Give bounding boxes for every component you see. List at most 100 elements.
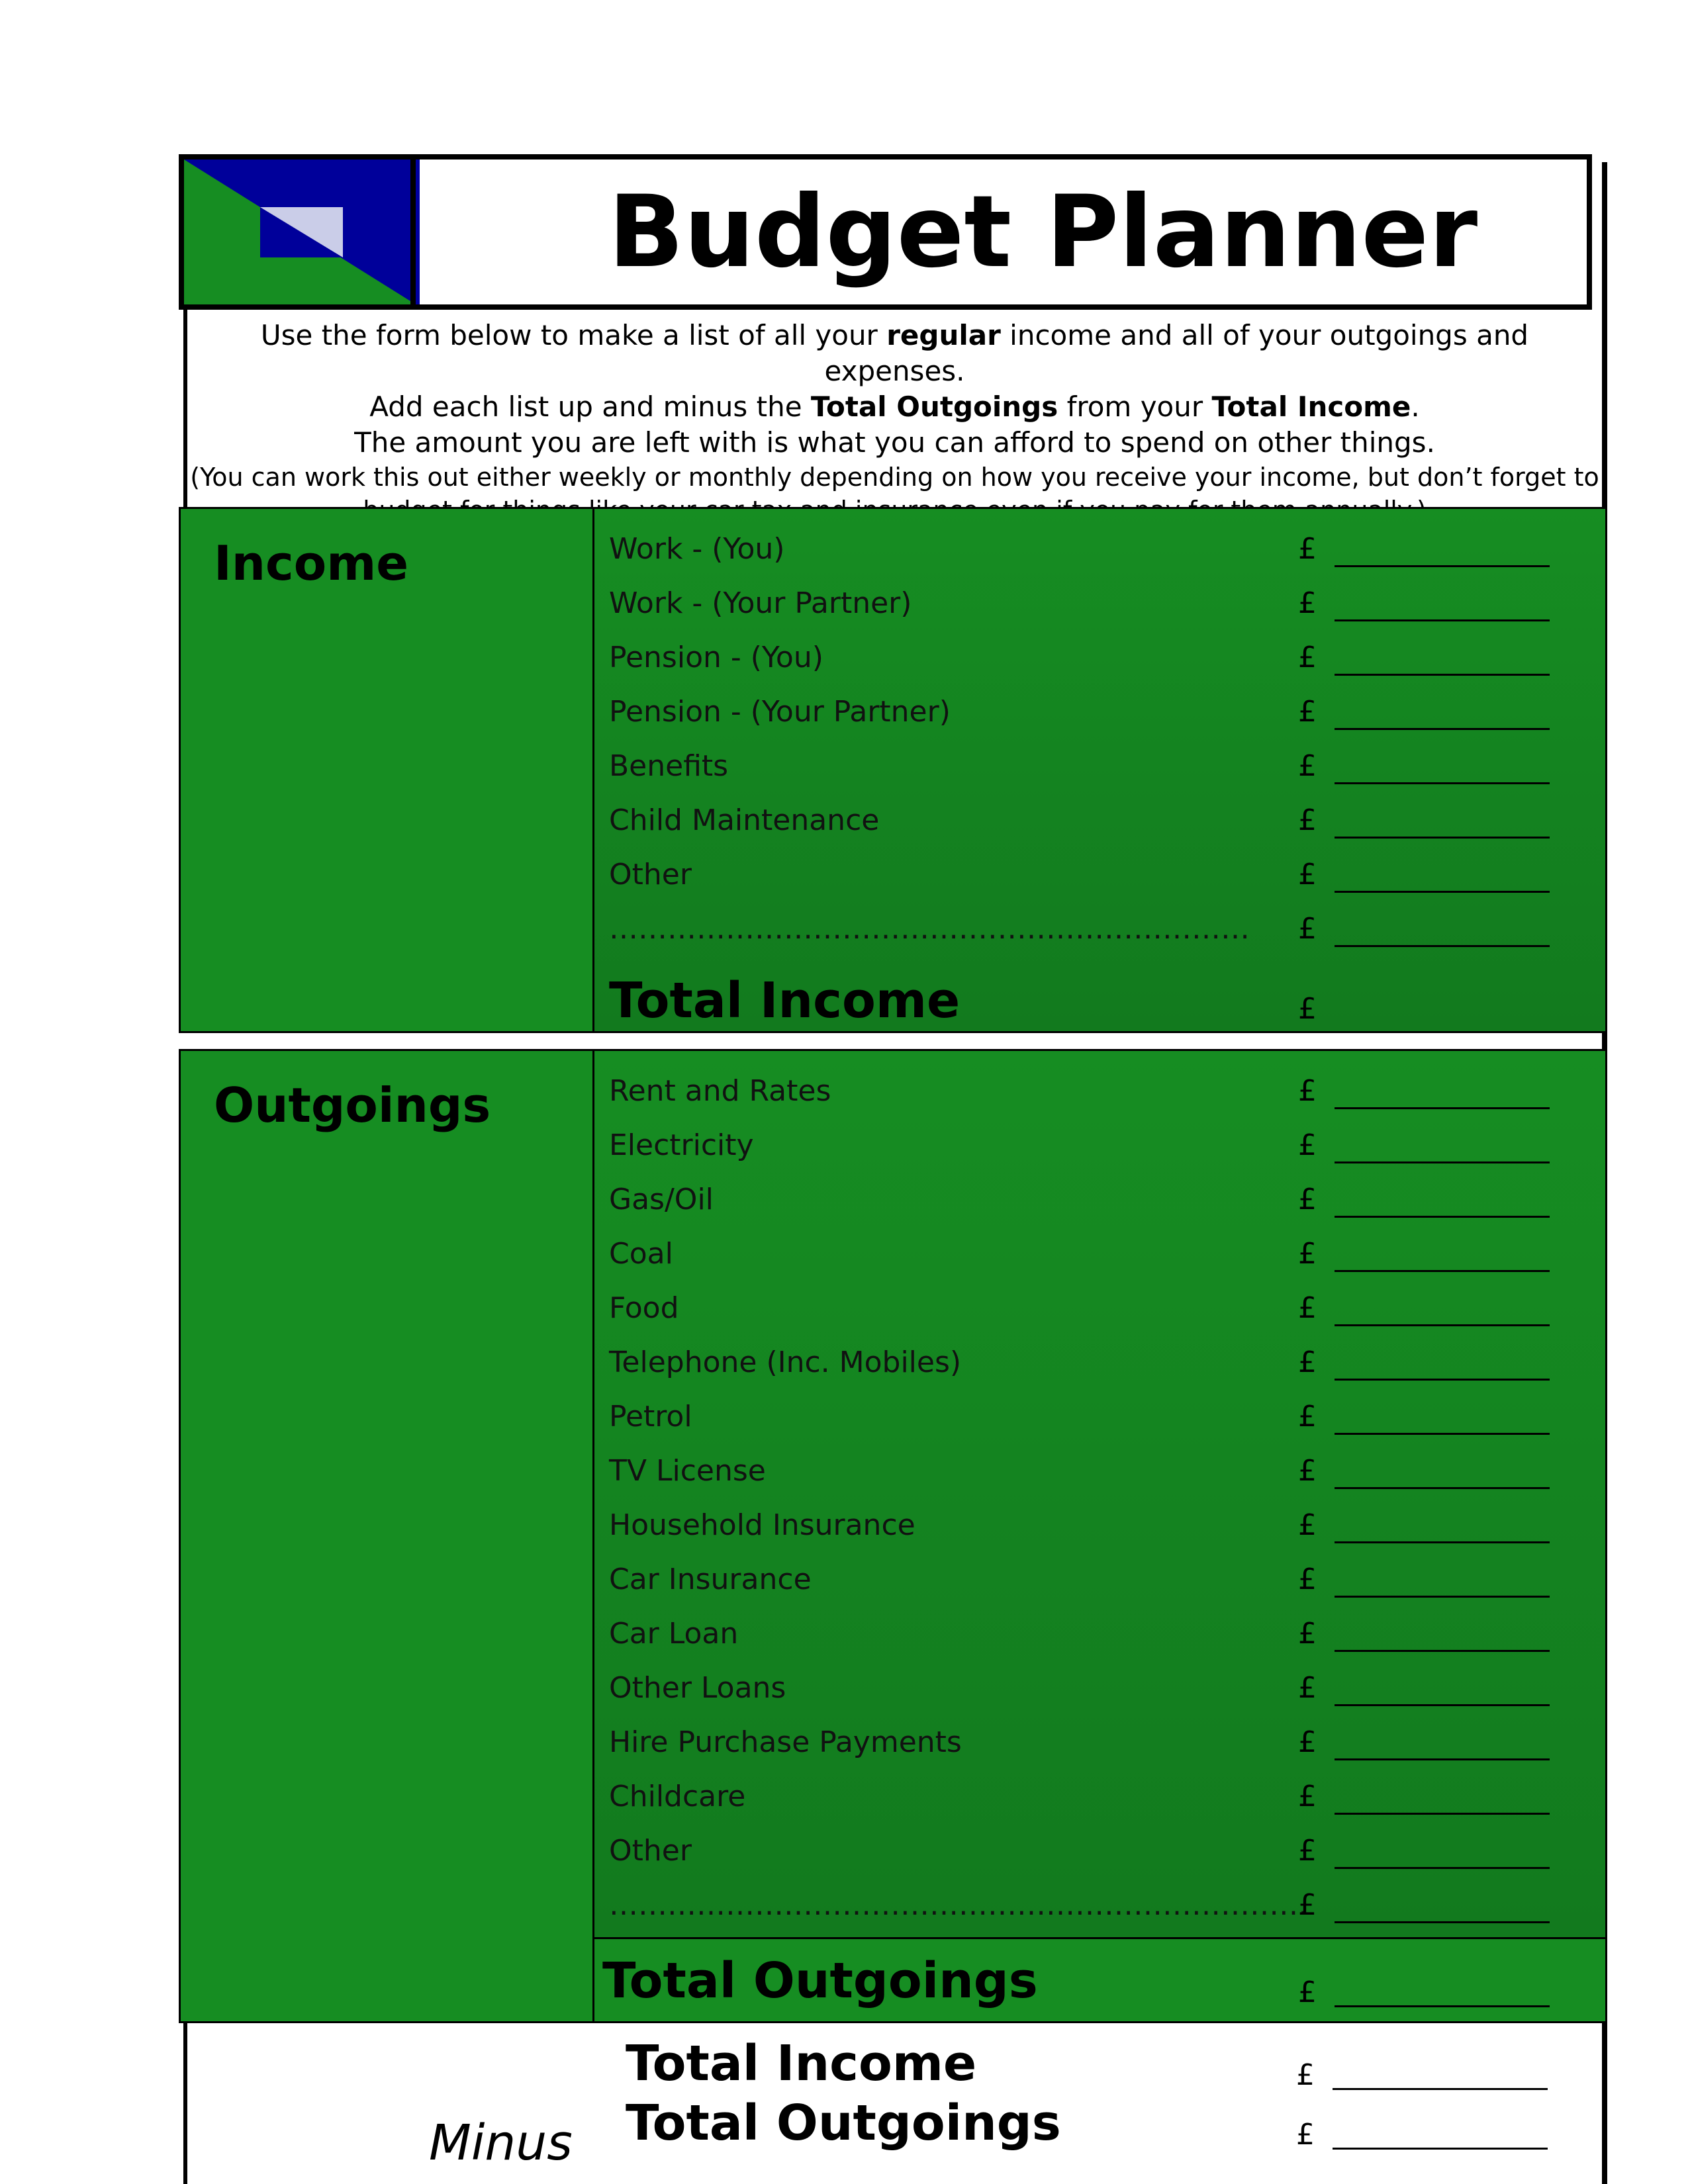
income-amount-input[interactable] bbox=[1335, 565, 1550, 567]
income-row: Pension - (You) £ bbox=[594, 641, 1605, 695]
currency-symbol: £ bbox=[1298, 1237, 1317, 1271]
currency-symbol: £ bbox=[1298, 803, 1317, 837]
currency-symbol: £ bbox=[1298, 1888, 1317, 1922]
title-box: Budget Planner bbox=[416, 159, 1587, 304]
income-label-cell: Income bbox=[179, 507, 594, 1033]
outgoings-row: TV License £ bbox=[594, 1454, 1605, 1508]
currency-symbol: £ bbox=[1298, 1454, 1317, 1488]
outgoings-row: Household Insurance £ bbox=[594, 1508, 1605, 1563]
outgoings-amount-input[interactable] bbox=[1335, 1813, 1550, 1815]
income-amount-input[interactable] bbox=[1335, 674, 1550, 676]
instructions: Use the form below to make a list of all… bbox=[183, 310, 1602, 525]
income-item-label: Work - (You) bbox=[609, 532, 785, 566]
logo-divider bbox=[410, 159, 416, 304]
outgoings-row: Childcare £ bbox=[594, 1780, 1605, 1834]
outgoings-item-label: Childcare bbox=[609, 1780, 746, 1813]
outgoings-row: Coal £ bbox=[594, 1237, 1605, 1291]
outgoings-items: Rent and Rates £ Electricity £ Gas/Oil £ Coal £… bbox=[592, 1049, 1607, 1939]
currency-symbol: £ bbox=[1298, 1074, 1317, 1108]
summary-total-income-input[interactable] bbox=[1333, 2088, 1548, 2090]
outgoings-amount-input[interactable] bbox=[1335, 1541, 1550, 1543]
income-items: Work - (You) £ Work - (Your Partner) £ Pensi… bbox=[592, 507, 1607, 1033]
income-row: Pension - (Your Partner) £ bbox=[594, 695, 1605, 749]
currency-symbol: £ bbox=[1298, 532, 1317, 566]
currency-symbol: £ bbox=[1298, 1400, 1317, 1433]
currency-symbol: £ bbox=[1298, 912, 1317, 946]
outgoings-item-label: Car Loan bbox=[609, 1617, 739, 1651]
outgoings-item-label: Other Loans bbox=[609, 1671, 786, 1705]
income-amount-input[interactable] bbox=[1335, 891, 1550, 893]
outgoings-amount-input[interactable] bbox=[1335, 1107, 1550, 1109]
instruction-line-2: Add each list up and minus the Total Out… bbox=[369, 390, 1420, 423]
income-item-label: Benefits bbox=[609, 749, 729, 783]
currency-symbol: £ bbox=[1296, 2118, 1315, 2152]
outgoings-amount-input[interactable] bbox=[1335, 1921, 1550, 1923]
instruction-line-3: The amount you are left with is what you… bbox=[354, 426, 1435, 459]
outgoings-row: Electricity £ bbox=[594, 1128, 1605, 1183]
instruction-line-4: (You can work this out either weekly or … bbox=[190, 463, 1599, 492]
summary-total-outgoings-label: Total Outgoings bbox=[626, 2095, 1061, 2152]
outgoings-amount-input[interactable] bbox=[1335, 1161, 1550, 1163]
outgoings-row: Gas/Oil £ bbox=[594, 1183, 1605, 1237]
outgoings-label-cell: Outgoings bbox=[179, 1049, 594, 2023]
outgoings-item-label: Other bbox=[609, 1834, 692, 1868]
outgoings-item-label: Rent and Rates bbox=[609, 1074, 831, 1108]
outgoings-row: Other £ bbox=[594, 1834, 1605, 1888]
outgoings-amount-input[interactable] bbox=[1335, 1704, 1550, 1706]
outgoings-amount-input[interactable] bbox=[1335, 1379, 1550, 1381]
income-amount-input[interactable] bbox=[1335, 782, 1550, 784]
income-row: ………………………………………………………… £ bbox=[594, 912, 1605, 966]
outgoings-row: Food £ bbox=[594, 1291, 1605, 1345]
outgoings-amount-input[interactable] bbox=[1335, 1596, 1550, 1598]
outgoings-amount-input[interactable] bbox=[1335, 1650, 1550, 1652]
income-item-label: Child Maintenance bbox=[609, 803, 880, 837]
logo-icon bbox=[184, 159, 416, 304]
outgoings-row: Car Insurance £ bbox=[594, 1563, 1605, 1617]
currency-symbol: £ bbox=[1298, 1128, 1317, 1162]
income-item-label: Work - (Your Partner) bbox=[609, 586, 912, 620]
outgoings-amount-input[interactable] bbox=[1335, 1270, 1550, 1272]
income-amount-input[interactable] bbox=[1335, 945, 1550, 947]
income-amount-input[interactable] bbox=[1335, 728, 1550, 730]
outgoings-item-label: TV License bbox=[609, 1454, 766, 1488]
income-item-label: Other bbox=[609, 858, 692, 891]
summary-total-outgoings-input[interactable] bbox=[1333, 2148, 1548, 2150]
outgoings-row: Petrol £ bbox=[594, 1400, 1605, 1454]
outgoings-amount-input[interactable] bbox=[1335, 1216, 1550, 1218]
outgoings-item-label: Telephone (Inc. Mobiles) bbox=[609, 1345, 962, 1379]
outgoings-item-label: Household Insurance bbox=[609, 1508, 915, 1542]
income-row: Work - (Your Partner) £ bbox=[594, 586, 1605, 641]
income-item-label: ………………………………………………………… bbox=[609, 912, 1250, 946]
outgoings-item-label: Electricity bbox=[609, 1128, 754, 1162]
currency-symbol: £ bbox=[1298, 1617, 1317, 1651]
outgoings-item-label: Gas/Oil bbox=[609, 1183, 714, 1216]
outgoings-amount-input[interactable] bbox=[1335, 1433, 1550, 1435]
income-row: Work - (You) £ bbox=[594, 532, 1605, 586]
currency-symbol: £ bbox=[1298, 1345, 1317, 1379]
outgoings-item-label: Food bbox=[609, 1291, 679, 1325]
outgoings-amount-input[interactable] bbox=[1335, 1324, 1550, 1326]
currency-symbol: £ bbox=[1298, 1976, 1317, 2009]
outgoings-amount-input[interactable] bbox=[1335, 1867, 1550, 1869]
total-outgoings-row: Total Outgoings £ bbox=[592, 1937, 1607, 2023]
currency-symbol: £ bbox=[1296, 2058, 1315, 2092]
income-amount-input[interactable] bbox=[1335, 837, 1550, 839]
outgoings-row: Rent and Rates £ bbox=[594, 1074, 1605, 1128]
income-row: Other £ bbox=[594, 858, 1605, 912]
outgoings-amount-input[interactable] bbox=[1335, 1487, 1550, 1489]
income-amount-input[interactable] bbox=[1335, 619, 1550, 621]
outgoings-amount-input[interactable] bbox=[1335, 1758, 1550, 1760]
page-title: Budget Planner bbox=[608, 174, 1478, 290]
income-title: Income bbox=[214, 535, 409, 591]
total-income-label: Total Income bbox=[609, 972, 961, 1029]
outgoings-row: Car Loan £ bbox=[594, 1617, 1605, 1671]
instruction-line-1: Use the form below to make a list of all… bbox=[260, 319, 1529, 387]
currency-symbol: £ bbox=[1298, 586, 1317, 620]
outgoings-row: ……………………………………………………………… £ bbox=[594, 1888, 1605, 1942]
currency-symbol: £ bbox=[1298, 992, 1317, 1026]
total-outgoings-label: Total Outgoings bbox=[602, 1952, 1038, 2009]
currency-symbol: £ bbox=[1298, 1780, 1317, 1813]
total-outgoings-input[interactable] bbox=[1335, 2005, 1550, 2007]
currency-symbol: £ bbox=[1298, 641, 1317, 674]
currency-symbol: £ bbox=[1298, 695, 1317, 729]
